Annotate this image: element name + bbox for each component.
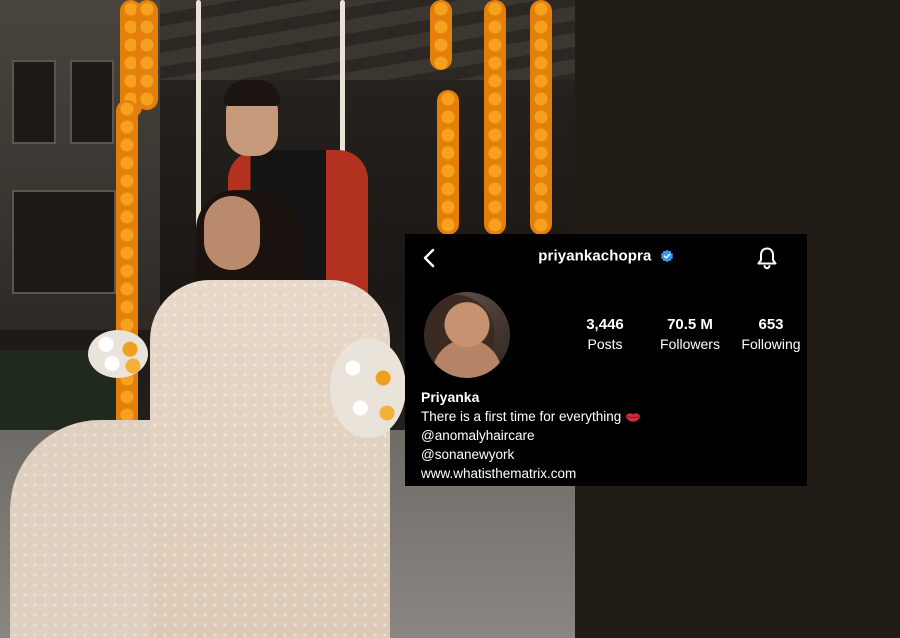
profile-username: priyankachopra [538,247,652,265]
bio-text-line: There is a first time for everything [421,407,801,426]
marigold-garland [437,90,459,235]
woman-face [204,196,260,270]
posts-stat[interactable]: 3,446 Posts [577,316,633,352]
flower-bouquet [330,338,406,438]
pergola-ceiling [160,0,575,80]
verified-badge-icon [660,249,673,263]
profile-stats: 3,446 Posts 70.5 M Followers 653 Followi… [405,316,807,356]
lips-icon [625,413,641,423]
followers-stat[interactable]: 70.5 M Followers [655,316,725,352]
display-name: Priyanka [421,389,480,405]
woman-lehenga [150,280,390,638]
website-link[interactable]: www.whatisthematrix.com [421,464,801,483]
man-hair [224,80,280,106]
instagram-profile-card: priyankachopra 3,446 Posts 70.5 M Follow… [405,234,807,486]
marigold-garland [530,0,552,235]
followers-count: 70.5 M [667,316,713,333]
bell-icon [757,247,777,270]
marigold-garland [484,0,506,235]
followers-label: Followers [660,336,720,352]
mention-link[interactable]: @anomalyhaircare [421,426,801,445]
profile-header: priyankachopra [405,247,807,265]
posts-label: Posts [587,336,623,352]
posts-count: 3,446 [586,316,624,333]
following-count: 653 [758,316,784,333]
marigold-garland [136,0,158,110]
mention-link[interactable]: @sonanewyork [421,445,801,464]
flower-bouquet [88,330,148,378]
profile-top-bar: priyankachopra [405,234,807,282]
notifications-button[interactable] [753,244,781,272]
following-label: Following [741,336,801,352]
bio-text: There is a first time for everything [421,409,622,424]
following-stat[interactable]: 653 Following [736,316,806,352]
marigold-garland [430,0,452,70]
profile-bio: Priyanka There is a first time for every… [421,388,801,483]
